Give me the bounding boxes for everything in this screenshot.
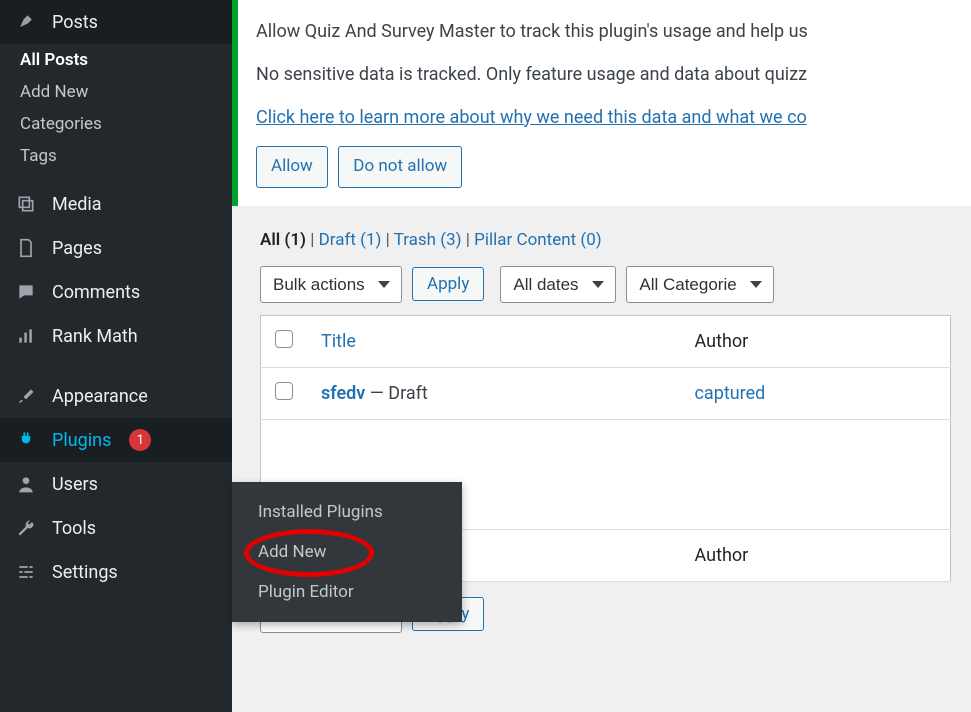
sidebar-item-appearance[interactable]: Appearance	[0, 374, 232, 418]
wrench-icon	[14, 516, 38, 540]
flyout-installed-plugins[interactable]: Installed Plugins	[232, 492, 462, 532]
pin-icon	[14, 10, 38, 34]
sliders-icon	[14, 560, 38, 584]
tablenav-top: Bulk actions Apply All dates All Categor…	[260, 262, 951, 315]
sidebar-label: Posts	[52, 12, 98, 33]
sidebar-label: Comments	[52, 282, 140, 303]
notice-line2: No sensitive data is tracked. Only featu…	[256, 61, 953, 90]
plugins-flyout: Installed Plugins Add New Plugin Editor	[232, 482, 462, 622]
flyout-add-new[interactable]: Add New	[232, 532, 462, 572]
sidebar-label: Plugins	[52, 430, 111, 451]
col-title[interactable]: Title	[307, 315, 681, 367]
flyout-plugin-editor[interactable]: Plugin Editor	[232, 572, 462, 612]
sidebar-label: Media	[52, 194, 102, 215]
sidebar-label: Pages	[52, 238, 102, 259]
sidebar-item-pages[interactable]: Pages	[0, 226, 232, 270]
sidebar-item-users[interactable]: Users	[0, 462, 232, 506]
dates-select[interactable]: All dates	[500, 266, 616, 303]
sidebar-item-tools[interactable]: Tools	[0, 506, 232, 550]
row-author-link[interactable]: captured	[695, 383, 766, 404]
plugins-update-badge: 1	[129, 429, 151, 451]
allow-button[interactable]: Allow	[256, 146, 328, 187]
select-all-checkbox[interactable]	[275, 330, 293, 348]
brush-icon	[14, 384, 38, 408]
sidebar-item-comments[interactable]: Comments	[0, 270, 232, 314]
bulk-actions-select[interactable]: Bulk actions	[260, 266, 402, 303]
row-title-link[interactable]: sfedv	[321, 383, 365, 404]
sidebar-item-settings[interactable]: Settings	[0, 550, 232, 594]
pages-icon	[14, 236, 38, 260]
post-status-filters: All (1) | Draft (1) | Trash (3) | Pillar…	[260, 220, 951, 262]
filter-all[interactable]: All (1)	[260, 230, 306, 250]
sidebar-label: Tools	[52, 518, 96, 539]
tracking-notice: Allow Quiz And Survey Master to track th…	[232, 0, 971, 206]
sidebar-item-posts[interactable]: Posts	[0, 0, 232, 44]
sidebar-item-media[interactable]: Media	[0, 182, 232, 226]
col-author[interactable]: Author	[681, 315, 951, 367]
plug-icon	[14, 428, 38, 452]
sidebar-sub-tags[interactable]: Tags	[0, 140, 232, 172]
filter-draft[interactable]: Draft (1)	[319, 230, 382, 250]
sidebar-label: Users	[52, 474, 98, 495]
apply-button-top[interactable]: Apply	[412, 267, 484, 301]
comments-icon	[14, 280, 38, 304]
do-not-allow-button[interactable]: Do not allow	[338, 146, 462, 187]
row-state: — Draft	[370, 383, 428, 404]
row-checkbox[interactable]	[275, 382, 293, 400]
media-icon	[14, 192, 38, 216]
sidebar-sub-add-new[interactable]: Add New	[0, 76, 232, 108]
categories-select[interactable]: All Categorie	[626, 266, 774, 303]
notice-learn-more-link[interactable]: Click here to learn more about why we ne…	[256, 107, 807, 128]
filter-pillar[interactable]: Pillar Content (0)	[474, 230, 602, 250]
sidebar-item-plugins[interactable]: Plugins 1	[0, 418, 232, 462]
sidebar-sub-all-posts[interactable]: All Posts	[0, 44, 232, 76]
user-icon	[14, 472, 38, 496]
table-row[interactable]: sfedv — Draft captured	[261, 367, 951, 419]
sidebar-label: Appearance	[52, 386, 148, 407]
notice-line1: Allow Quiz And Survey Master to track th…	[256, 18, 953, 47]
filter-trash[interactable]: Trash (3)	[394, 230, 462, 250]
col-author-bottom[interactable]: Author	[681, 529, 951, 581]
sidebar-label: Rank Math	[52, 326, 138, 347]
sidebar-sub-categories[interactable]: Categories	[0, 108, 232, 140]
chart-icon	[14, 324, 38, 348]
sidebar-label: Settings	[52, 562, 118, 583]
admin-sidebar: Posts All Posts Add New Categories Tags …	[0, 0, 232, 712]
sidebar-item-rankmath[interactable]: Rank Math	[0, 314, 232, 358]
